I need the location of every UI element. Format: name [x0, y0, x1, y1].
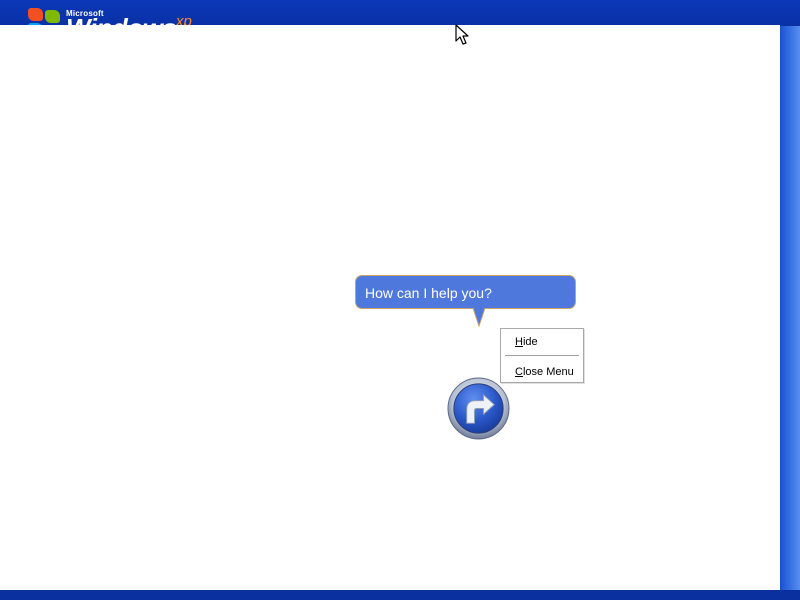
menu-separator — [505, 355, 579, 356]
context-menu: Hide Close Menu — [500, 328, 584, 383]
balloon-tail — [473, 308, 485, 328]
desktop-bottom-band — [0, 590, 800, 600]
menu-item-close-mnemonic: C — [515, 366, 523, 378]
speech-balloon: How can I help you? — [355, 275, 576, 309]
mouse-pointer-icon — [455, 24, 469, 45]
menu-item-close-menu[interactable]: Close Menu — [501, 362, 583, 382]
balloon-text: How can I help you? — [365, 285, 492, 301]
desktop-right-band — [780, 26, 800, 590]
menu-item-hide[interactable]: Hide — [501, 332, 583, 352]
menu-item-hide-mnemonic: H — [515, 336, 523, 348]
assistant-button[interactable] — [447, 377, 510, 440]
menu-item-close-label: lose Menu — [522, 366, 574, 378]
menu-item-hide-label: ide — [522, 336, 538, 348]
